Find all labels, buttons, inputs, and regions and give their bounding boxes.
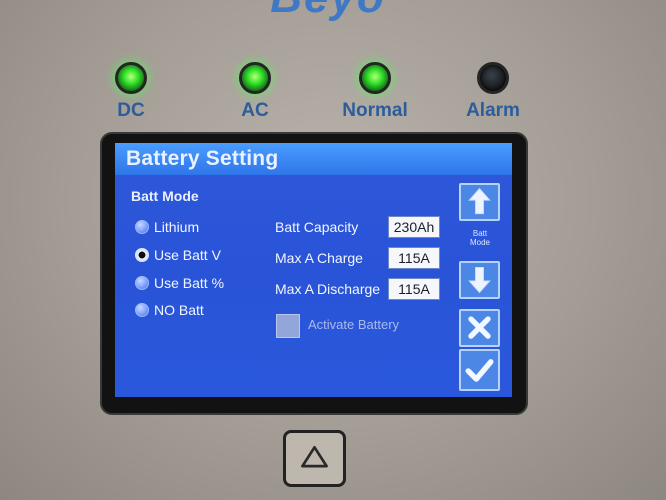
max-a-charge-input[interactable]: 115A xyxy=(388,247,440,269)
indicator-dc: DC xyxy=(86,62,176,122)
indicator-ac: AC xyxy=(210,62,300,122)
batt-capacity-input[interactable]: 230Ah xyxy=(388,216,440,238)
check-icon xyxy=(465,359,494,382)
triangle-up-icon xyxy=(301,445,328,468)
indicator-label: Alarm xyxy=(466,100,520,121)
radio-button-icon[interactable] xyxy=(135,276,149,290)
max-a-charge-label: Max A Charge xyxy=(275,250,363,266)
down-arrow-icon xyxy=(468,267,491,294)
radio-label: Use Batt % xyxy=(154,275,225,291)
up-button[interactable] xyxy=(459,183,500,221)
radio-button-icon[interactable] xyxy=(135,303,149,317)
radio-use-batt-percent[interactable]: Use Batt % xyxy=(135,272,224,294)
indicator-label: Normal xyxy=(342,100,408,121)
cancel-button[interactable] xyxy=(459,309,500,347)
indicator-alarm: Alarm xyxy=(448,62,538,122)
radio-use-batt-v[interactable]: Use Batt V xyxy=(135,244,221,266)
dc-led-icon xyxy=(115,62,147,94)
up-arrow-icon xyxy=(468,187,491,215)
batt-capacity-label: Batt Capacity xyxy=(275,219,359,235)
confirm-button[interactable] xyxy=(459,349,500,391)
radio-lithium[interactable]: Lithium xyxy=(135,216,199,238)
radio-label: Use Batt V xyxy=(154,247,221,263)
indicator-label: DC xyxy=(117,100,145,121)
indicator-normal: Normal xyxy=(330,62,420,122)
screen-title: Battery Setting xyxy=(115,143,512,175)
indicator-label: AC xyxy=(241,100,269,121)
batt-mode-label: Batt Mode xyxy=(131,188,199,204)
max-a-discharge-input[interactable]: 115A xyxy=(388,278,440,300)
down-button[interactable] xyxy=(459,261,500,299)
activate-battery-label: Activate Battery xyxy=(308,317,400,332)
radio-button-selected-icon[interactable] xyxy=(135,248,149,262)
ac-led-icon xyxy=(239,62,271,94)
radio-label: NO Batt xyxy=(154,302,204,318)
radio-button-icon[interactable] xyxy=(135,220,149,234)
mode-label-line2: Mode xyxy=(469,238,490,247)
mode-label-line1: Batt xyxy=(472,229,488,238)
brand-logo: Beyo xyxy=(228,0,428,20)
radio-label: Lithium xyxy=(154,219,200,235)
max-a-discharge-label: Max A Discharge xyxy=(275,281,381,297)
batt-mode-button-label: Batt Mode xyxy=(460,229,500,247)
normal-led-icon xyxy=(359,62,391,94)
x-icon xyxy=(468,316,491,339)
battery-setting-screen: Battery Setting Batt Mode Lithium Use Ba… xyxy=(115,143,512,397)
physical-up-button[interactable] xyxy=(283,430,346,487)
activate-battery-checkbox[interactable] xyxy=(276,314,300,338)
radio-no-batt[interactable]: NO Batt xyxy=(135,299,204,321)
alarm-led-icon xyxy=(477,62,509,94)
